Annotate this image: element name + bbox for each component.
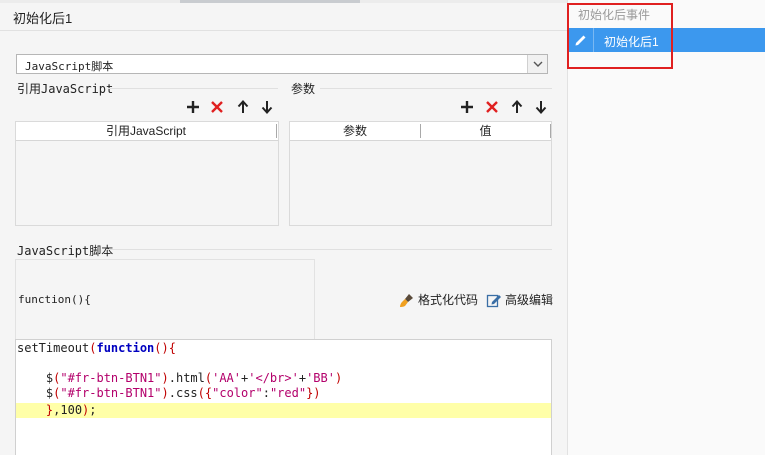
parameters-table-header: 参数 值 <box>290 122 551 141</box>
references-section-divider <box>108 88 278 89</box>
arrow-up-icon <box>511 100 523 113</box>
parameters-table: 参数 值 <box>289 121 552 226</box>
script-type-select[interactable]: JavaScript脚本 <box>16 54 548 74</box>
function-header-box: function(){ <box>15 259 315 339</box>
arrow-up-icon <box>237 100 249 113</box>
delete-icon <box>486 101 498 113</box>
code-line: $("#fr-btn-BTN1").css({"color":"red"}) <box>17 386 321 400</box>
code-line: $("#fr-btn-BTN1").html('AA'+'</br>'+'BB'… <box>17 371 343 385</box>
parameter-value-column-header[interactable]: 值 <box>421 122 550 140</box>
top-strip-accent <box>180 0 360 3</box>
delete-parameter-button[interactable] <box>483 98 501 116</box>
references-table-header: 引用JavaScript <box>16 122 278 141</box>
code-line: },100); <box>16 403 551 418</box>
add-icon <box>461 101 473 113</box>
add-reference-button[interactable] <box>184 98 202 116</box>
parameters-section-label: 参数 <box>291 82 316 96</box>
add-icon <box>187 101 199 113</box>
title-divider <box>0 30 567 31</box>
add-parameter-button[interactable] <box>458 98 476 116</box>
highlight-annotation-box <box>567 3 673 69</box>
column-separator <box>550 124 551 138</box>
script-type-value: JavaScript脚本 <box>25 60 114 73</box>
references-section-label: 引用JavaScript <box>17 82 114 96</box>
format-code-label: 格式化代码 <box>418 293 479 307</box>
delete-reference-button[interactable] <box>208 98 226 116</box>
function-header-text: function(){ <box>18 293 91 306</box>
arrow-down-icon <box>261 101 273 114</box>
advanced-edit-label: 高级编辑 <box>505 293 554 307</box>
arrow-down-icon <box>535 101 547 114</box>
references-column-header[interactable]: 引用JavaScript <box>16 122 276 140</box>
code-line: setTimeout(function(){ <box>17 341 176 355</box>
column-separator <box>276 124 277 138</box>
chevron-down-icon[interactable] <box>527 55 547 73</box>
edit-icon <box>486 294 501 307</box>
dialog-title: 初始化后1 <box>13 11 73 26</box>
move-reference-down-button[interactable] <box>258 98 276 116</box>
parameter-name-column-header[interactable]: 参数 <box>290 122 420 140</box>
code-editor[interactable]: setTimeout(function(){ $("#fr-btn-BTN1")… <box>15 339 552 455</box>
parameters-section-divider <box>320 88 552 89</box>
move-parameter-up-button[interactable] <box>508 98 526 116</box>
format-code-button[interactable]: 格式化代码 <box>399 291 478 308</box>
move-parameter-down-button[interactable] <box>532 98 550 116</box>
move-reference-up-button[interactable] <box>234 98 252 116</box>
advanced-edit-button[interactable]: 高级编辑 <box>486 291 553 308</box>
script-section-divider <box>106 249 552 250</box>
brush-icon <box>400 293 413 307</box>
script-section-label: JavaScript脚本 <box>17 244 114 258</box>
references-table: 引用JavaScript <box>15 121 279 226</box>
delete-icon <box>211 101 223 113</box>
